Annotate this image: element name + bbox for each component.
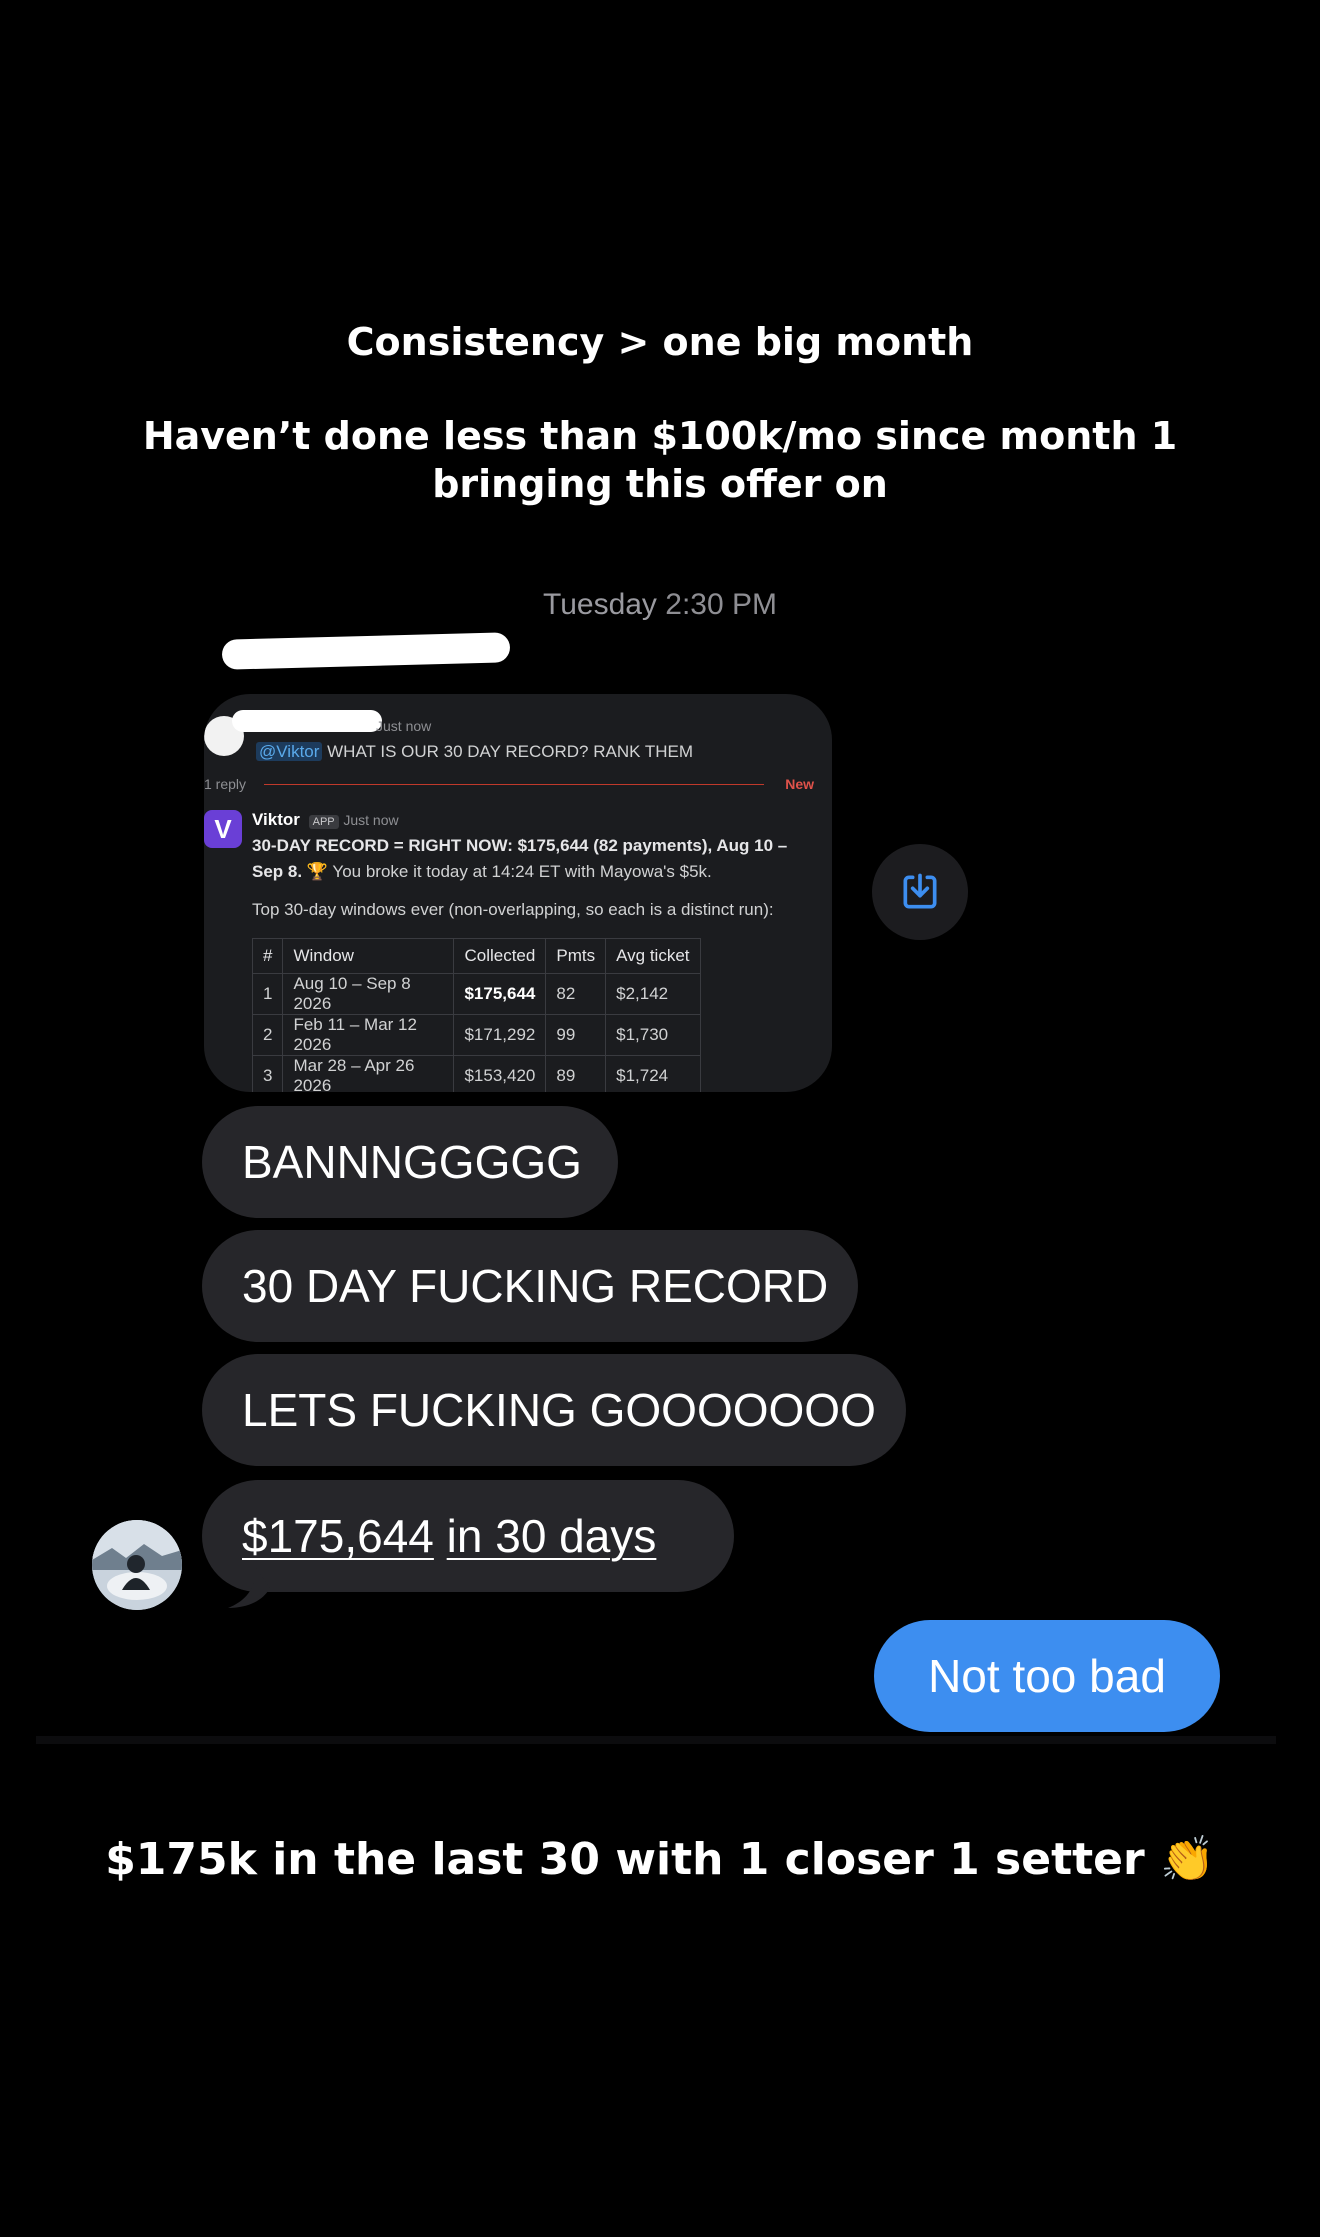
caption-title: Consistency > one big month (346, 320, 974, 364)
cell: $2,142 (605, 973, 701, 1015)
message-bubble[interactable]: 30 DAY FUCKING RECORD (202, 1230, 858, 1342)
cell: $171,292 (453, 1014, 547, 1056)
cell: 82 (545, 973, 607, 1015)
trophy-icon: 🏆 (306, 862, 328, 881)
table-row: 3 Mar 28 – Apr 26 2026 $153,420 89 $1,72… (251, 1055, 701, 1092)
avatar-photo (92, 1520, 182, 1610)
cell: Aug 10 – Sep 8 2026 (282, 973, 455, 1015)
redaction-mark (232, 710, 382, 732)
screenshot-edge (36, 1736, 1276, 1744)
caption-subtitle: Haven’t done less than $100k/mo since mo… (0, 412, 1320, 508)
table-row: 1 Aug 10 – Sep 8 2026 $175,644 82 $2,142 (251, 973, 701, 1015)
first-message-time: Just now (376, 718, 432, 734)
timestamp-day: Tuesday (542, 588, 657, 621)
cell: 2 (251, 1014, 284, 1056)
amount-link[interactable]: $175,644 (242, 1510, 434, 1562)
caption-subtitle-line2: bringing this offer on (432, 462, 888, 506)
reply-count[interactable]: 1 reply (204, 776, 246, 792)
chat-timestamp: Tuesday 2:30 PM (0, 588, 1320, 622)
bubble-tail (228, 1568, 270, 1608)
col-rank: # (251, 938, 284, 974)
col-avg-ticket: Avg ticket (605, 938, 701, 974)
bot-time: Just now (343, 812, 399, 828)
col-collected: Collected (453, 938, 547, 974)
viktor-avatar: V (204, 810, 242, 848)
table-header-row: # Window Collected Pmts Avg ticket (251, 938, 701, 974)
cell: $1,724 (605, 1055, 701, 1092)
app-badge: APP (308, 815, 339, 829)
record-line-1: 30-DAY RECORD = RIGHT NOW: $175,644 (82 … (252, 836, 788, 855)
new-divider (264, 784, 764, 785)
col-payments: Pmts (545, 938, 607, 974)
duration-link[interactable]: in 30 days (447, 1510, 657, 1562)
bot-header: Viktor APP Just now (252, 810, 399, 830)
message-bubble[interactable]: BANNNGGGGG (202, 1106, 618, 1218)
message-text: 30 DAY FUCKING RECORD (242, 1260, 829, 1312)
mention-viktor[interactable]: @Viktor (256, 742, 323, 761)
sent-message-text: Not too bad (928, 1650, 1166, 1702)
message-text: BANNNGGGGG (242, 1136, 582, 1188)
top-windows-line: Top 30-day windows ever (non-overlapping… (252, 900, 774, 919)
timestamp-time: 2:30 PM (665, 588, 778, 621)
cell: 1 (251, 973, 284, 1015)
first-message: @Viktor WHAT IS OUR 30 DAY RECORD? RANK … (256, 742, 693, 762)
save-attachment-button[interactable] (872, 844, 968, 940)
cell: 99 (545, 1014, 607, 1056)
cell: $153,420 (453, 1055, 547, 1092)
bot-name: Viktor (252, 810, 300, 829)
new-label: New (785, 776, 814, 792)
sent-message-bubble[interactable]: Not too bad (874, 1620, 1220, 1732)
record-date-end: Sep 8. (252, 862, 303, 881)
record-line-2: Sep 8. 🏆 You broke it today at 14:24 ET … (252, 862, 712, 882)
download-icon (903, 873, 937, 909)
cell: Feb 11 – Mar 12 2026 (282, 1014, 455, 1056)
table-row: 2 Feb 11 – Mar 12 2026 $171,292 99 $1,73… (251, 1014, 701, 1056)
cell: 3 (251, 1055, 284, 1092)
record-note: You broke it today at 14:24 ET with Mayo… (332, 862, 712, 881)
caption-subtitle-line1: Haven’t done less than $100k/mo since mo… (142, 414, 1178, 458)
cell: $1,730 (605, 1014, 701, 1056)
message-bubble[interactable]: $175,644 in 30 days (202, 1480, 734, 1592)
question-text: WHAT IS OUR 30 DAY RECORD? RANK THEM (327, 742, 694, 761)
ranking-table: # Window Collected Pmts Avg ticket 1 Aug… (251, 938, 701, 1092)
message-bubble[interactable]: LETS FUCKING GOOOOOOO (202, 1354, 906, 1466)
caption-bottom: $175k in the last 30 with 1 closer 1 set… (105, 1834, 1215, 1885)
cell: 89 (545, 1055, 607, 1092)
col-window: Window (282, 938, 455, 974)
cell: Mar 28 – Apr 26 2026 (282, 1055, 455, 1092)
screenshot-attachment[interactable]: Just now @Viktor WHAT IS OUR 30 DAY RECO… (204, 694, 832, 1092)
contact-avatar[interactable] (92, 1520, 182, 1610)
message-text: LETS FUCKING GOOOOOOO (242, 1384, 876, 1436)
cell: $175,644 (453, 973, 547, 1015)
